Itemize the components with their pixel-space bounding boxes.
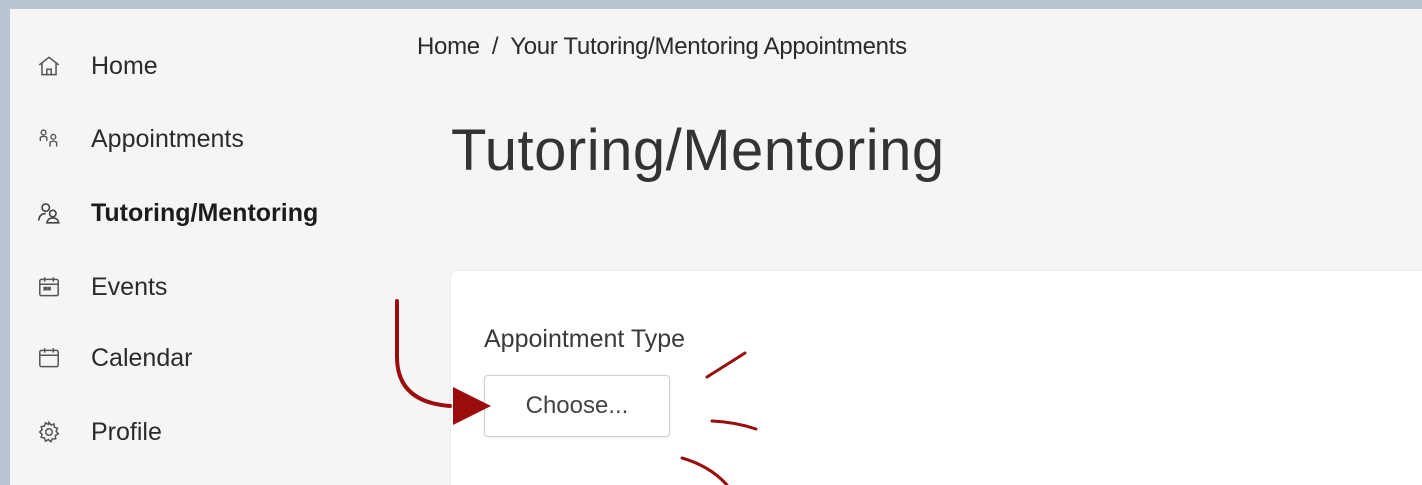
app-window: Home Appointments Tutoring/Mentoring Eve… (10, 9, 1422, 485)
sidebar-item-tutoring-mentoring[interactable]: Tutoring/Mentoring (36, 193, 318, 233)
sidebar-item-label: Calendar (91, 343, 193, 372)
sidebar-item-label: Events (91, 272, 168, 301)
breadcrumb: Home / Your Tutoring/Mentoring Appointment… (417, 33, 907, 61)
event-calendar-icon (36, 272, 70, 302)
page-title: Tutoring/Mentoring (451, 118, 945, 183)
annotation-arrow-icon (395, 299, 452, 408)
appointment-type-label: Appointment Type (484, 325, 686, 353)
sidebar-item-label: Appointments (91, 124, 244, 153)
sidebar-item-profile[interactable]: Profile (36, 412, 162, 452)
sidebar-item-label: Tutoring/Mentoring (91, 198, 319, 227)
sidebar-item-appointments[interactable]: Appointments (36, 119, 244, 159)
sidebar-item-events[interactable]: Events (36, 267, 167, 307)
breadcrumb-current: Your Tutoring/Mentoring Appointments (510, 33, 907, 60)
sidebar-item-label: Profile (91, 417, 162, 446)
choose-appointment-type-button[interactable]: Choose... (484, 375, 670, 437)
breadcrumb-separator: / (491, 33, 499, 60)
calendar-icon (36, 343, 70, 373)
home-icon (36, 51, 70, 81)
breadcrumb-home-link[interactable]: Home (417, 33, 480, 60)
sidebar: Home Appointments Tutoring/Mentoring Eve… (10, 9, 390, 485)
sidebar-item-calendar[interactable]: Calendar (36, 338, 192, 378)
sidebar-item-label: Home (91, 51, 158, 80)
appointment-form-card: Appointment Type Choose... (451, 271, 1422, 485)
mentoring-icon (36, 198, 70, 228)
sidebar-item-home[interactable]: Home (36, 46, 158, 86)
gear-icon (36, 417, 70, 447)
people-icon (36, 124, 70, 154)
